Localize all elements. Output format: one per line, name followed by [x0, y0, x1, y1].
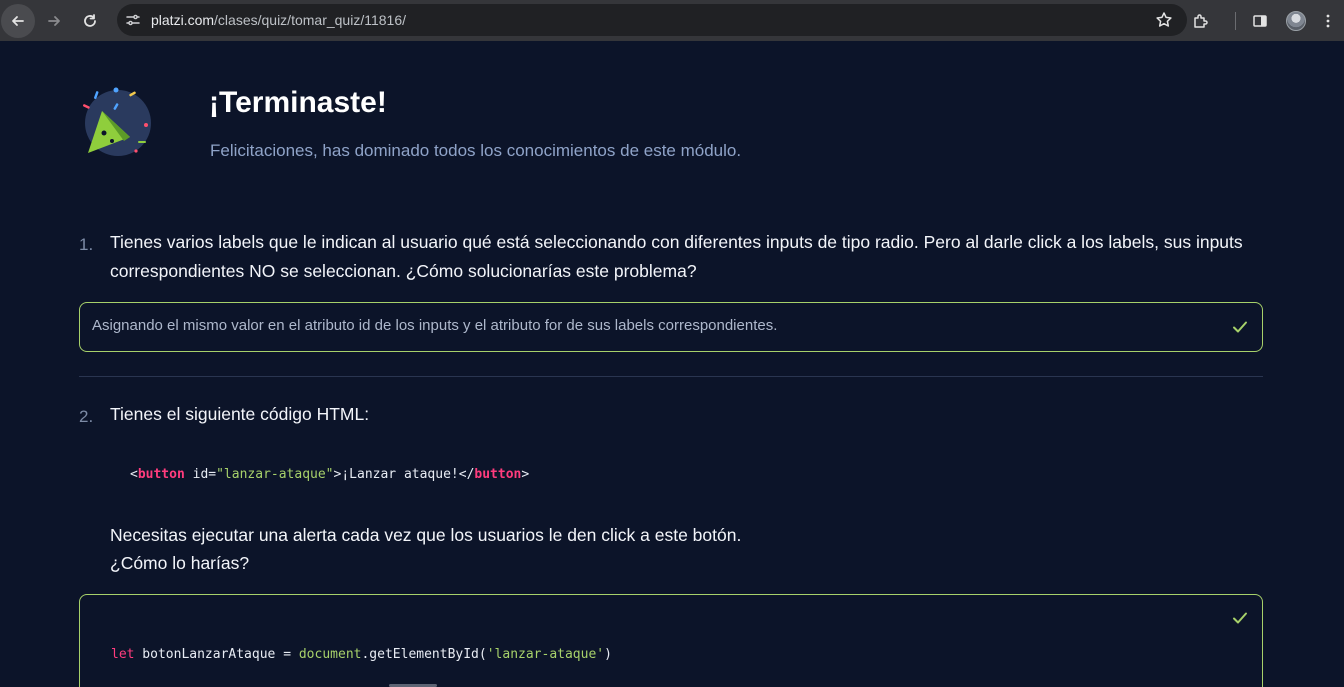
- question-2-followup-line1: Necesitas ejecutar una alerta cada vez q…: [110, 525, 742, 545]
- code-attr: id=: [184, 467, 217, 482]
- url-host: platzi.com: [151, 12, 215, 28]
- back-button[interactable]: [1, 3, 35, 38]
- code-close-tag: button: [474, 467, 522, 482]
- check-icon: [1233, 612, 1247, 624]
- side-panel-icon[interactable]: [1246, 7, 1274, 35]
- avatar: [1286, 10, 1306, 31]
- code-close-paren: ): [604, 647, 612, 662]
- arrow-right-icon: [48, 15, 60, 26]
- question-2-followup-line2: ¿Cómo lo harías?: [110, 553, 250, 573]
- code-object: document: [298, 647, 362, 662]
- address-bar[interactable]: platzi.com/clases/quiz/tomar_quiz/11816/: [117, 4, 1187, 36]
- code-close-bracket: >: [521, 467, 530, 482]
- quiz-results-page: ¡Terminaste! Felicitaciones, has dominad…: [0, 41, 1344, 687]
- party-popper-icon: [82, 87, 151, 156]
- bookmark-star-icon[interactable]: [1155, 11, 1173, 29]
- code-variable: botonLanzarAtaque =: [134, 647, 299, 662]
- code-tag: button: [137, 467, 185, 482]
- profile-avatar[interactable]: [1282, 7, 1310, 35]
- page-title: ¡Terminaste!: [209, 86, 387, 119]
- question-2-text: Tienes el siguiente código HTML:: [110, 404, 370, 424]
- question-1-number: 1.: [79, 235, 94, 254]
- question-2-code-snippet: <button id="lanzar-ataque">¡Lanzar ataqu…: [130, 467, 529, 482]
- question-1-text: Tienes varios labels que le indican al u…: [110, 232, 1243, 281]
- url-text: platzi.com/clases/quiz/tomar_quiz/11816/: [151, 12, 406, 28]
- question-2-number: 2.: [79, 407, 94, 426]
- reload-icon: [84, 13, 96, 27]
- forward-button[interactable]: [37, 4, 71, 38]
- question-divider: [79, 376, 1263, 377]
- browser-toolbar: platzi.com/clases/quiz/tomar_quiz/11816/: [0, 0, 1344, 41]
- code-inner: >¡Lanzar ataque!</: [333, 467, 475, 482]
- page-subtitle: Felicitaciones, has dominado todos los c…: [210, 141, 742, 160]
- code-keyword: let: [111, 647, 135, 662]
- site-info-icon[interactable]: [119, 6, 147, 34]
- code-attr-value: "lanzar-ataque": [216, 467, 334, 482]
- url-path: /clases/quiz/tomar_quiz/11816/: [214, 12, 406, 28]
- question-1-answer[interactable]: Asignando el mismo valor en el atributo …: [79, 302, 1263, 352]
- check-icon: [1233, 321, 1247, 333]
- extensions-icon[interactable]: [1187, 7, 1215, 35]
- code-bracket: <: [130, 467, 138, 482]
- reload-button[interactable]: [73, 4, 107, 38]
- menu-kebab-icon[interactable]: [1314, 7, 1342, 35]
- answer-text: Asignando el mismo valor en el atributo …: [92, 317, 778, 334]
- question-2-answer[interactable]: let botonLanzarAtaque = document.getElem…: [79, 594, 1263, 687]
- code-method: .getElementById(: [361, 647, 487, 662]
- answer-code-line: let botonLanzarAtaque = document.getElem…: [111, 647, 612, 662]
- code-argument: 'lanzar-ataque': [486, 647, 605, 662]
- toolbar-divider: [1235, 11, 1236, 30]
- arrow-left-icon: [12, 15, 24, 26]
